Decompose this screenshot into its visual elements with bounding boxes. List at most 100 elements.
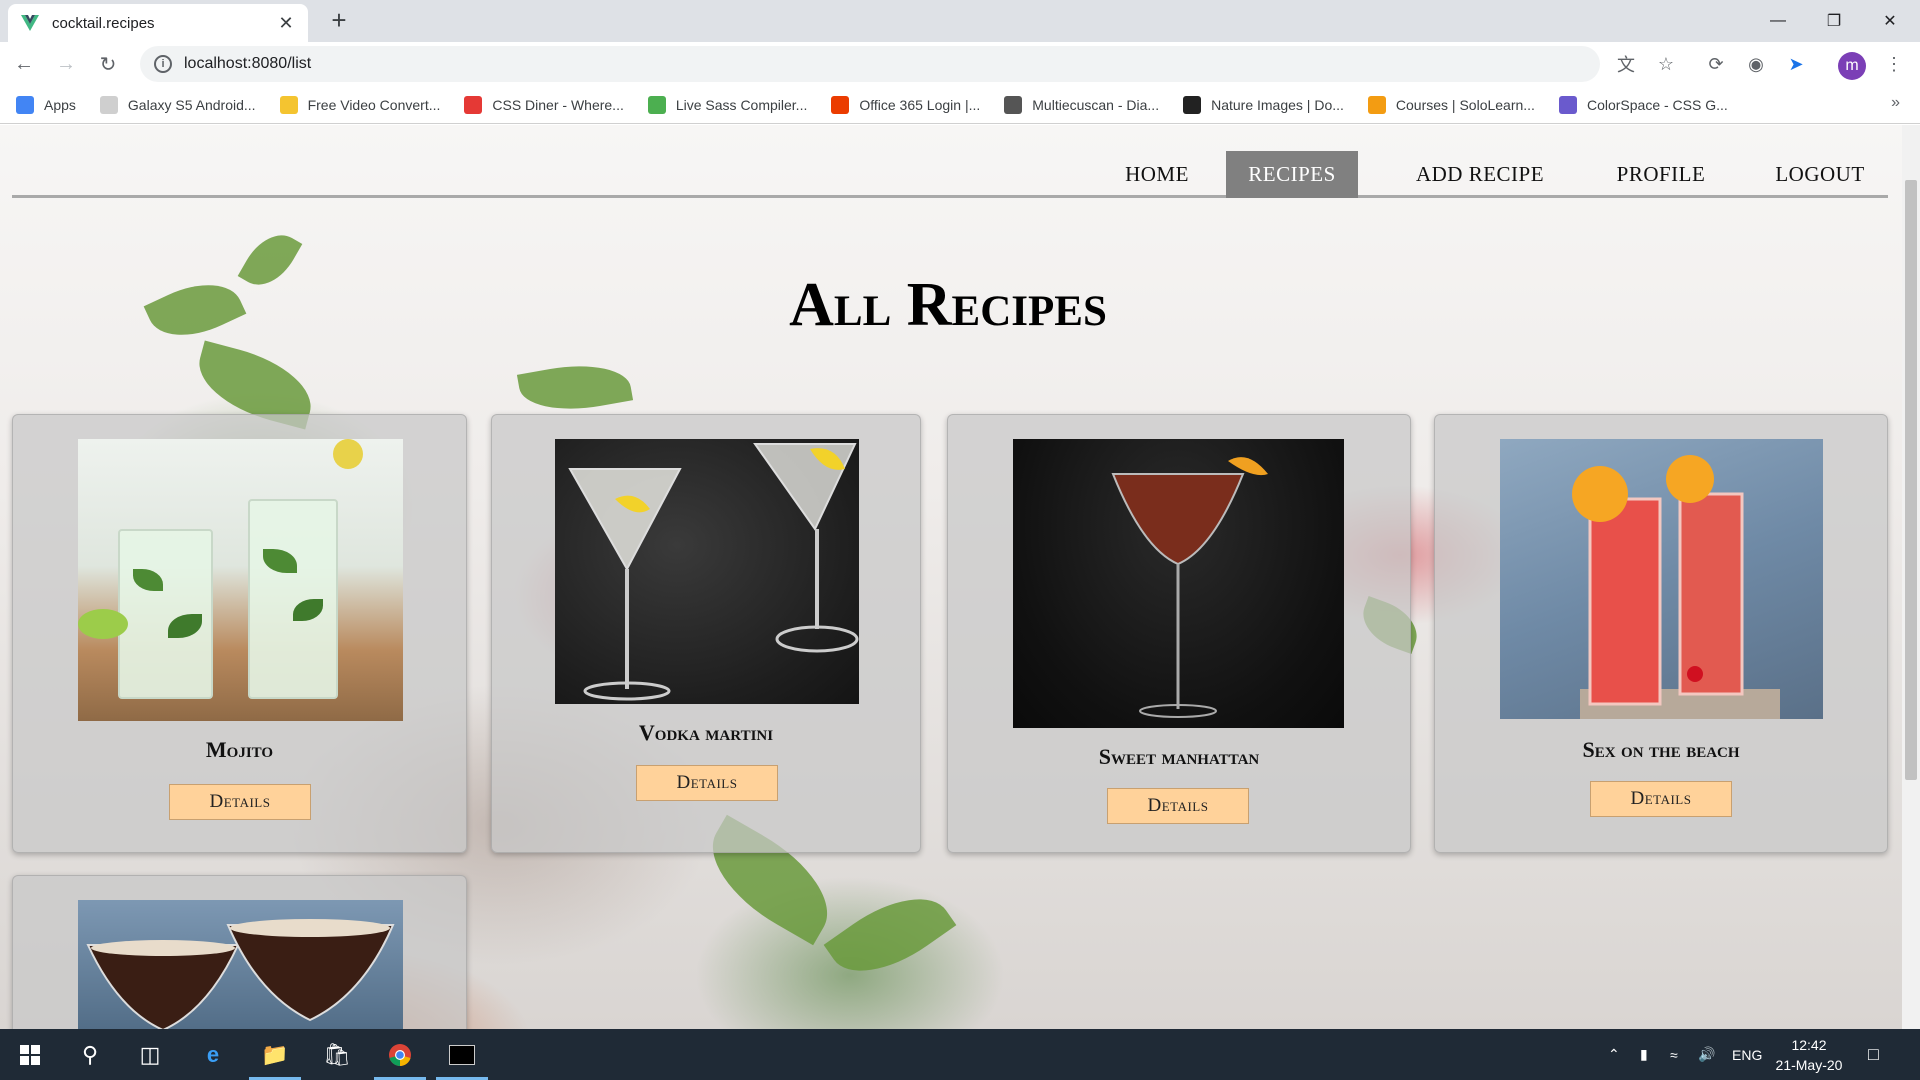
details-button[interactable]: Details [1590,781,1732,817]
scrollbar-thumb[interactable] [1905,180,1917,780]
bookmark-item[interactable]: Galaxy S5 Android... [99,95,256,114]
recipe-card [12,875,467,1029]
page-title: All Recipes [789,271,1107,339]
bookmark-favicon-icon [1558,95,1577,114]
bookmark-favicon-icon [1367,95,1386,114]
nav-add-recipe[interactable]: ADD RECIPE [1392,151,1568,198]
file-explorer-icon[interactable]: 📁 [245,1029,305,1080]
bookmark-favicon-icon [1183,95,1202,114]
tab-title: cocktail.recipes [52,14,155,32]
bookmarks-overflow-icon[interactable]: » [1891,94,1900,112]
nav-profile[interactable]: PROFILE [1594,151,1728,198]
search-icon[interactable]: ⚲ [60,1029,120,1080]
bookmark-favicon-icon [99,95,118,114]
bookmark-item[interactable]: Courses | SoloLearn... [1367,95,1535,114]
forward-icon[interactable]: → [48,46,84,82]
bookmark-label: Courses | SoloLearn... [1395,96,1535,113]
bookmark-favicon-icon [831,95,850,114]
windows-taskbar: ⚲ ◫ e 📁 🛍 ⌃ ▮ ≈ 🔊 ENG 12:42 21-May-20 □ [0,1029,1920,1080]
details-button[interactable]: Details [1107,788,1249,824]
bookmark-label: Office 365 Login |... [859,96,981,113]
new-tab-button[interactable]: + [324,6,354,36]
apps-grid-icon [16,95,34,114]
sweet-manhattan-photo [1013,439,1344,728]
tray-chevron-icon[interactable]: ⌃ [1608,1029,1620,1080]
recipe-card: Vodka martini Details [491,414,921,853]
bookmark-favicon-icon [647,95,666,114]
extension-icon[interactable]: ➤ [1778,46,1814,82]
page-viewport: HOME RECIPES ADD RECIPE PROFILE LOGOUT A… [0,125,1902,1029]
bookmark-label: ColorSpace - CSS G... [1586,96,1728,113]
bookmark-item[interactable]: Free Video Convert... [279,95,441,114]
restore-icon[interactable]: ❐ [1806,0,1862,42]
store-icon[interactable]: 🛍 [307,1029,367,1080]
info-icon[interactable]: i [154,55,172,73]
bookmark-favicon-icon [464,95,483,114]
bookmark-label: Multiecuscan - Dia... [1032,96,1160,113]
bookmark-favicon-icon [279,95,298,114]
bookmark-label: Live Sass Compiler... [675,96,808,113]
menu-dots-icon[interactable]: ⋮ [1876,46,1912,82]
bookmark-label: CSS Diner - Where... [492,96,624,113]
camera-icon[interactable]: ◉ [1738,46,1774,82]
vodka-martini-photo [555,439,859,704]
details-button[interactable]: Details [169,784,311,820]
bookmark-item[interactable]: ColorSpace - CSS G... [1558,95,1728,114]
bookmark-item[interactable]: Nature Images | Do... [1183,95,1344,114]
recipe-name: Mojito [205,737,274,762]
bookmark-star-icon[interactable]: ☆ [1648,46,1684,82]
wifi-icon[interactable]: ≈ [1670,1029,1678,1080]
notifications-icon[interactable]: □ [1868,1029,1879,1080]
recipe-name: Sex on the beach [1582,737,1740,762]
address-bar[interactable]: i localhost:8080/list [140,46,1600,82]
bookmark-item[interactable]: Live Sass Compiler... [647,95,808,114]
battery-icon[interactable]: ▮ [1640,1029,1648,1080]
sex-on-the-beach-photo [1500,439,1823,719]
bookmark-label: Apps [44,96,76,113]
extension-sync-icon[interactable]: ⟳ [1698,46,1734,82]
bookmark-item[interactable]: Multiecuscan - Dia... [1004,95,1160,114]
clock-time: 12:42 [1791,1037,1827,1053]
task-view-icon[interactable]: ◫ [120,1029,180,1080]
translate-icon[interactable]: 文 [1608,46,1644,82]
browser-toolbar: ← → ↻ i localhost:8080/list 文 ☆ ⟳ ◉ ➤ ⋮ [0,42,1920,86]
url-text: localhost:8080/list [184,55,312,72]
profile-avatar[interactable]: m [1838,52,1866,80]
bookmark-label: Nature Images | Do... [1211,96,1344,113]
espresso-martini-photo [78,900,403,1029]
clock[interactable]: 12:42 21-May-20 [1764,1035,1854,1075]
bookmark-label: Free Video Convert... [307,96,441,113]
window-close-icon[interactable]: ✕ [1862,0,1918,42]
bookmark-item[interactable]: CSS Diner - Where... [464,95,624,114]
nav-recipes[interactable]: RECIPES [1226,151,1358,198]
windows-start-icon[interactable] [0,1029,60,1080]
nav-home[interactable]: HOME [1092,151,1222,198]
bookmark-item[interactable]: Apps [16,95,76,114]
browser-tab[interactable]: cocktail.recipes ✕ [8,4,308,42]
browser-tab-strip: cocktail.recipes ✕ + — ❐ ✕ [0,0,1920,42]
bookmarks-bar: Apps Galaxy S5 Android... Free Video Conve… [0,86,1920,124]
details-button[interactable]: Details [636,765,778,801]
recipe-card: Mojito Details [12,414,467,853]
tab-close-icon[interactable]: ✕ [276,13,296,34]
recipe-card: Sex on the beach Details [1434,414,1888,853]
site-navbar: HOME RECIPES ADD RECIPE PROFILE LOGOUT [12,125,1888,198]
recipe-name: Vodka martini [638,720,774,745]
language-indicator[interactable]: ENG [1732,1029,1762,1080]
bookmark-item[interactable]: Office 365 Login |... [831,95,981,114]
back-icon[interactable]: ← [6,46,42,82]
volume-icon[interactable]: 🔊 [1698,1029,1715,1080]
chrome-icon[interactable] [370,1029,430,1080]
minimize-icon[interactable]: — [1750,0,1806,42]
bookmark-label: Galaxy S5 Android... [127,96,256,113]
vue-logo-icon [21,15,39,31]
mojito-photo [78,439,403,721]
edge-icon[interactable]: e [183,1029,243,1080]
nav-logout[interactable]: LOGOUT [1756,151,1884,198]
recipe-name: Sweet manhattan [1098,744,1260,769]
clock-date: 21-May-20 [1775,1057,1843,1073]
bookmark-favicon-icon [1004,95,1023,114]
reload-icon[interactable]: ↻ [90,46,126,82]
recipe-card: Sweet manhattan Details [947,414,1411,853]
terminal-icon[interactable] [432,1029,492,1080]
